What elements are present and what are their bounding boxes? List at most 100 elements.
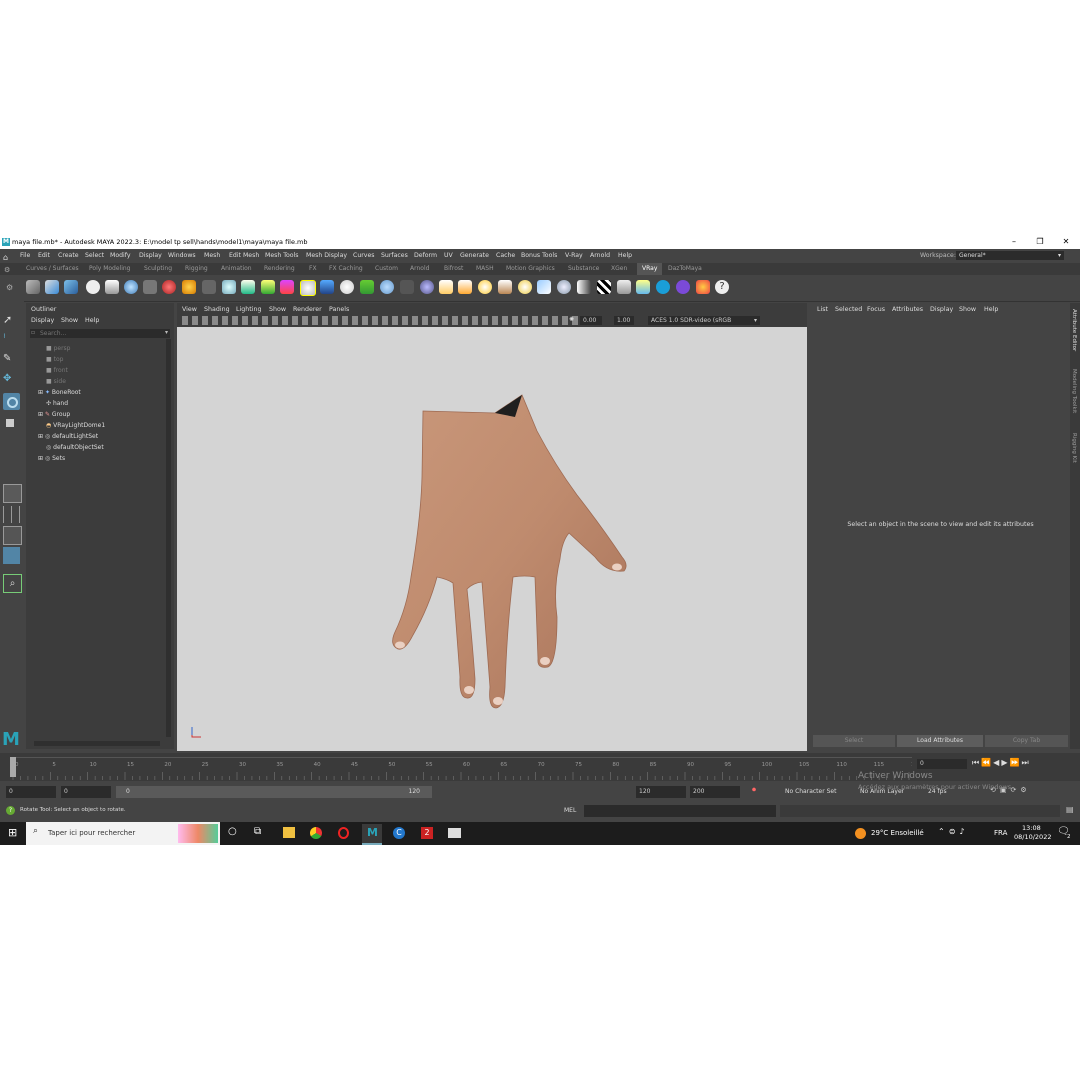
outliner-menu-help[interactable]: Help bbox=[85, 317, 99, 324]
go-to-start-icon[interactable]: ⏮ bbox=[972, 758, 981, 767]
file-explorer-icon[interactable] bbox=[283, 827, 295, 838]
shelf-tab-xgen[interactable]: XGen bbox=[611, 263, 627, 275]
vray-plane-icon[interactable] bbox=[261, 280, 275, 294]
rotate-tool-icon[interactable] bbox=[3, 393, 20, 410]
load-attributes-button[interactable]: Load Attributes bbox=[897, 735, 983, 747]
shelf-tab-fx-caching[interactable]: FX Caching bbox=[329, 263, 363, 275]
outliner-menu-display[interactable]: Display bbox=[31, 317, 54, 324]
vray-rect-light-icon[interactable] bbox=[537, 280, 551, 294]
vray-palette-icon[interactable] bbox=[696, 280, 710, 294]
menu-mesh-tools[interactable]: Mesh Tools bbox=[265, 249, 299, 262]
attr-menu-display[interactable]: Display bbox=[930, 306, 953, 313]
outliner-search-field[interactable]: ▫ ▾ bbox=[30, 329, 170, 338]
viewport-icon-toolbar[interactable] bbox=[182, 316, 582, 325]
menu-display[interactable]: Display bbox=[139, 249, 162, 262]
outliner-item-sets[interactable]: ⊞ ◎ Sets bbox=[38, 453, 65, 464]
single-view-icon[interactable] bbox=[3, 484, 22, 503]
taskbar-search-box[interactable]: ⌕ Taper ici pour rechercher bbox=[26, 822, 220, 845]
step-back-key-icon[interactable]: ⏪ bbox=[981, 758, 993, 767]
side-tab-modeling-toolkit[interactable]: Modeling Toolkit bbox=[1071, 369, 1077, 413]
scene-end-field[interactable]: 200 bbox=[690, 786, 740, 798]
restore-button[interactable]: ❐ bbox=[1028, 235, 1052, 249]
shelf-tab-arnold[interactable]: Arnold bbox=[410, 263, 429, 275]
vray-camera-icon[interactable] bbox=[202, 280, 216, 294]
menu-edit[interactable]: Edit bbox=[38, 249, 50, 262]
app-window-icon[interactable] bbox=[448, 828, 461, 838]
shelf-tab-motion-graphics[interactable]: Motion Graphics bbox=[506, 263, 555, 275]
menu-cache[interactable]: Cache bbox=[496, 249, 515, 262]
outliner-search-input[interactable] bbox=[40, 329, 152, 338]
attr-menu-attributes[interactable]: Attributes bbox=[892, 306, 923, 313]
outliner-item-group[interactable]: ⊞ ✎ Group bbox=[38, 409, 70, 420]
range-bar[interactable]: 0 120 bbox=[116, 786, 432, 798]
vray-omni-icon[interactable] bbox=[478, 280, 492, 294]
menu-uv[interactable]: UV bbox=[444, 249, 453, 262]
menu-bonus-tools[interactable]: Bonus Tools bbox=[521, 249, 557, 262]
viewport-menu-renderer[interactable]: Renderer bbox=[293, 306, 322, 313]
shelf-tab-poly-modeling[interactable]: Poly Modeling bbox=[89, 263, 131, 275]
shelf-tab-rendering[interactable]: Rendering bbox=[264, 263, 295, 275]
vray-sun-icon[interactable] bbox=[241, 280, 255, 294]
vray-render-icon[interactable] bbox=[26, 280, 40, 294]
outliner-item-side[interactable]: ■ side bbox=[46, 376, 66, 387]
paint-select-icon[interactable]: ✎ bbox=[3, 353, 20, 370]
vray-material-icon[interactable] bbox=[162, 280, 176, 294]
character-set-dropdown[interactable]: No Character Set bbox=[785, 786, 855, 798]
outliner-item-boneroot[interactable]: ⊞ ✦ BoneRoot bbox=[38, 387, 81, 398]
shelf-tab-mash[interactable]: MASH bbox=[476, 263, 494, 275]
exposure-field[interactable]: 0.00 bbox=[580, 316, 602, 325]
menu-generate[interactable]: Generate bbox=[460, 249, 489, 262]
menu-modify[interactable]: Modify bbox=[110, 249, 131, 262]
vray-light-icon[interactable] bbox=[182, 280, 196, 294]
scale-tool-icon[interactable] bbox=[3, 415, 20, 432]
vray-vfb-icon[interactable] bbox=[617, 280, 631, 294]
vray-frame-buffer-icon[interactable] bbox=[64, 280, 78, 294]
chrome-icon[interactable] bbox=[310, 827, 322, 839]
menu-edit-mesh[interactable]: Edit Mesh bbox=[229, 249, 259, 262]
attr-menu-show[interactable]: Show bbox=[959, 306, 976, 313]
outliner-item-front[interactable]: ■ front bbox=[46, 365, 68, 376]
maya-taskbar-icon[interactable]: M bbox=[362, 824, 382, 845]
outliner-item-hand[interactable]: ✣ hand bbox=[46, 398, 68, 409]
colorspace-dropdown[interactable]: ACES 1.0 SDR-video (sRGB ▾ bbox=[648, 316, 760, 325]
outliner-item-vraylightdome[interactable]: ◓ VRayLightDome1 bbox=[46, 420, 105, 431]
hand-model[interactable] bbox=[177, 327, 807, 751]
hand-mesh[interactable] bbox=[392, 394, 627, 709]
layout-icon[interactable] bbox=[3, 526, 22, 545]
menu-help[interactable]: Help bbox=[618, 249, 632, 262]
expand-icon[interactable]: ⊞ bbox=[38, 389, 43, 396]
select-tool-icon[interactable]: ➚ bbox=[3, 313, 20, 330]
copy-tab-button[interactable]: Copy Tab bbox=[985, 735, 1068, 747]
go-to-end-icon[interactable]: ⏭ bbox=[1021, 758, 1030, 767]
mel-input[interactable] bbox=[584, 805, 776, 817]
shelf-tab-custom[interactable]: Custom bbox=[375, 263, 398, 275]
chevron-down-icon[interactable]: ▾ bbox=[165, 329, 168, 336]
shelf-tab-bifrost[interactable]: Bifrost bbox=[444, 263, 463, 275]
attr-menu-focus[interactable]: Focus bbox=[867, 306, 885, 313]
shelf-tab-sculpting[interactable]: Sculpting bbox=[144, 263, 172, 275]
vray-checker-icon[interactable] bbox=[597, 280, 611, 294]
script-editor-icon[interactable]: ▤ bbox=[1066, 805, 1074, 814]
gamma-field[interactable]: 1.00 bbox=[614, 316, 634, 325]
playback-start-field[interactable]: 0 bbox=[61, 786, 111, 798]
outliner-horizontal-scrollbar[interactable] bbox=[34, 741, 160, 746]
viewport-menu-show[interactable]: Show bbox=[269, 306, 286, 313]
outliner-item-defaultobjectset[interactable]: ◎ defaultObjectSet bbox=[46, 442, 104, 453]
timeline-track[interactable]: 0 5 10 15 20 25 30 35 40 45 50 55 60 65 70 75 80 85 90 95 10… bbox=[12, 757, 922, 780]
expand-icon[interactable]: ⊞ bbox=[38, 455, 43, 462]
playback-controls[interactable]: ⏮⏪◀▶⏩⏭ bbox=[972, 758, 1031, 768]
side-tab-attribute-editor[interactable]: Attribute Editor bbox=[1071, 309, 1077, 351]
vray-ies-icon[interactable] bbox=[498, 280, 512, 294]
shelf-tab-animation[interactable]: Animation bbox=[221, 263, 252, 275]
workspace-dropdown[interactable]: General* ▾ bbox=[956, 251, 1064, 260]
menu-vray[interactable]: V-Ray bbox=[565, 249, 583, 262]
vray-sphere-light-icon[interactable] bbox=[557, 280, 571, 294]
side-tab-rigging-kit[interactable]: Rigging Kit bbox=[1071, 433, 1077, 463]
step-forward-icon[interactable]: ⏩ bbox=[1009, 758, 1021, 767]
help-icon[interactable]: ? bbox=[715, 280, 729, 294]
shelf-tab-curves-surfaces[interactable]: Curves / Surfaces bbox=[26, 263, 79, 275]
outliner-menu-show[interactable]: Show bbox=[61, 317, 78, 324]
attr-menu-selected[interactable]: Selected bbox=[835, 306, 862, 313]
attr-menu-list[interactable]: List bbox=[817, 306, 828, 313]
windows-start-icon[interactable]: ⊞ bbox=[8, 826, 17, 839]
